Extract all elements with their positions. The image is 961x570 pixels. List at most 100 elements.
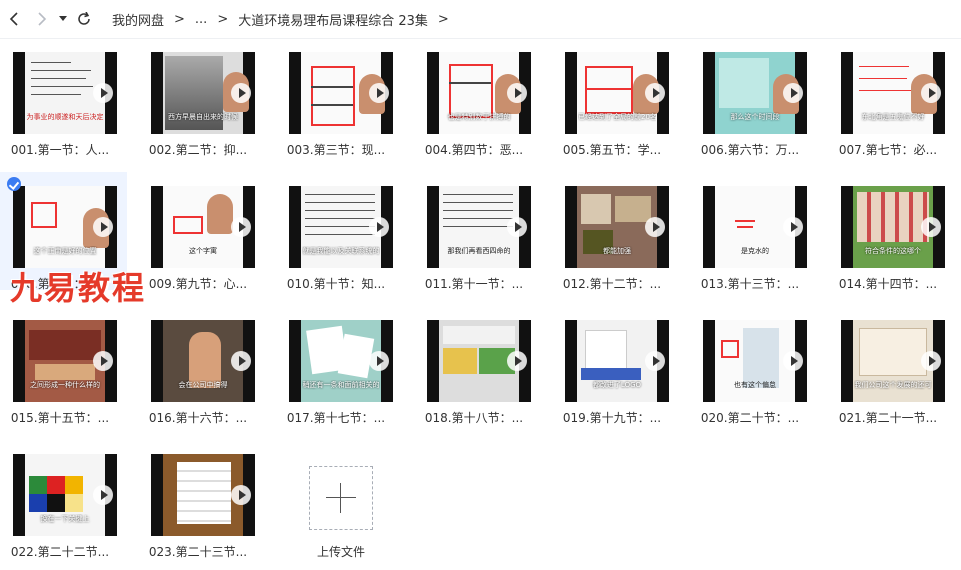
file-item[interactable]: 也有这个偏怠 020.第二十节：... — [690, 306, 810, 431]
watermark-logo: 九易教程 — [10, 269, 147, 307]
play-icon — [93, 83, 113, 103]
chevron-right-icon: > — [174, 11, 185, 27]
file-item[interactable]: 东北角是五鬼位不好 007.第七节：必... — [828, 38, 948, 163]
file-item[interactable]: 也是特别数于拼搏的 004.第四节：恶... — [414, 38, 534, 163]
upload-file-label[interactable]: 上传文件 — [281, 543, 401, 560]
file-item[interactable]: 018.第十八节：... — [414, 306, 534, 431]
plus-icon[interactable] — [309, 466, 373, 530]
video-caption: 已经达到了全局的前20名 — [578, 113, 656, 121]
file-name: 007.第七节：必... — [838, 143, 938, 157]
file-item[interactable]: 都改进了LOGO 019.第十九节：... — [552, 306, 672, 431]
video-caption: 符合条件的这哪个 — [865, 247, 921, 255]
file-name: 018.第十八节：... — [424, 411, 524, 425]
play-icon — [369, 83, 389, 103]
play-icon — [507, 351, 527, 371]
video-thumbnail: 已经达到了全局的前20名 — [565, 52, 669, 134]
toolbar: 我的网盘 > ... > 大道环境易理布局课程综合 23集 > — [0, 0, 961, 39]
file-item[interactable]: 是克水的 013.第十三节：... — [690, 172, 810, 297]
play-icon — [507, 83, 527, 103]
checkbox-checked-icon[interactable] — [7, 177, 21, 191]
file-item[interactable]: 换在一下关键上 022.第二十二节... — [0, 440, 120, 565]
play-icon — [231, 485, 251, 505]
file-name: 016.第十六节：... — [148, 411, 248, 425]
file-name: 017.第十七节：... — [286, 411, 386, 425]
video-thumbnail: 会在公司中搞得 — [151, 320, 255, 402]
play-icon — [783, 83, 803, 103]
video-thumbnail: 之间形成一种什么样的 — [13, 320, 117, 402]
chevron-left-icon[interactable] — [0, 0, 28, 38]
breadcrumb-ellipsis[interactable]: ... — [195, 12, 207, 27]
file-item[interactable]: 我们公司这个发展的还可 021.第二十一节... — [828, 306, 948, 431]
video-caption: 那我们再看西四命的 — [447, 247, 511, 255]
video-caption: 也是特别数于拼搏的 — [447, 113, 511, 121]
chevron-right-icon: > — [437, 11, 449, 27]
file-item[interactable]: 会在公司中搞得 016.第十六节：... — [138, 306, 258, 431]
video-thumbnail — [151, 454, 255, 536]
file-name: 014.第十四节：... — [838, 277, 938, 291]
file-item[interactable]: 之间形成一种什么样的 015.第十五节：... — [0, 306, 120, 431]
file-item[interactable]: 那么这个时间段 006.第六节：万... — [690, 38, 810, 163]
video-thumbnail: 那我们再看西四命的 — [427, 186, 531, 268]
video-caption: 也有这个偏怠 — [734, 381, 776, 389]
video-caption: 这个正南是好的位置 — [33, 247, 97, 255]
file-item[interactable]: 这个字寓 009.第九节：心... — [138, 172, 258, 297]
file-name: 006.第六节：万... — [700, 143, 800, 157]
video-thumbnail: 那么这个时间段 — [703, 52, 807, 134]
chevron-right-icon: > — [217, 11, 229, 27]
caret-down-icon[interactable] — [56, 0, 70, 38]
breadcrumb-current[interactable]: 大道环境易理布局课程综合 23集 — [238, 10, 428, 29]
file-name: 013.第十三节：... — [700, 277, 800, 291]
chevron-right-icon[interactable] — [28, 0, 56, 38]
video-thumbnail: 也是特别数于拼搏的 — [427, 52, 531, 134]
file-name: 001.第一节：人... — [10, 143, 110, 157]
file-name: 022.第二十二节... — [10, 545, 110, 559]
video-thumbnail — [289, 52, 393, 134]
play-icon — [231, 217, 251, 237]
file-name: 021.第二十一节... — [838, 411, 938, 425]
file-name: 010.第十节：知... — [286, 277, 386, 291]
file-name: 002.第二节：抑... — [148, 143, 248, 157]
file-item[interactable]: 就是我能以及关联系统的 010.第十节：知... — [276, 172, 396, 297]
play-icon — [921, 217, 941, 237]
play-icon — [93, 217, 113, 237]
file-item[interactable]: 符合条件的这哪个 014.第十四节：... — [828, 172, 948, 297]
video-caption: 这个字寓 — [189, 247, 217, 255]
video-thumbnail: 换在一下关键上 — [13, 454, 117, 536]
file-item[interactable]: 稍还有一条和面前相关的 017.第十七节：... — [276, 306, 396, 431]
breadcrumb: 我的网盘 > ... > 大道环境易理布局课程综合 23集 > — [112, 10, 459, 29]
file-name: 020.第二十节：... — [700, 411, 800, 425]
video-caption: 东北角是五鬼位不好 — [861, 113, 925, 121]
file-item[interactable]: 西方早晨自出来的时候 002.第二节：抑... — [138, 38, 258, 163]
video-thumbnail: 也有这个偏怠 — [703, 320, 807, 402]
file-item[interactable]: 为事业的顺遂和天后决定 001.第一节：人... — [0, 38, 120, 163]
video-thumbnail: 这个正南是好的位置 — [13, 186, 117, 268]
file-name: 003.第三节：现... — [286, 143, 386, 157]
file-name: 019.第十九节：... — [562, 411, 662, 425]
video-caption: 是克水的 — [741, 247, 769, 255]
file-item[interactable]: 已经达到了全局的前20名 005.第五节：学... — [552, 38, 672, 163]
play-icon — [507, 217, 527, 237]
play-icon — [645, 83, 665, 103]
video-caption: 稍还有一条和面前相关的 — [302, 381, 380, 389]
video-thumbnail: 就是我能以及关联系统的 — [289, 186, 393, 268]
video-thumbnail: 是克水的 — [703, 186, 807, 268]
breadcrumb-root[interactable]: 我的网盘 — [112, 10, 164, 29]
file-name: 004.第四节：恶... — [424, 143, 524, 157]
play-icon — [921, 83, 941, 103]
play-icon — [369, 351, 389, 371]
video-caption: 西方早晨自出来的时候 — [168, 113, 238, 121]
file-name: 011.第十一节：... — [424, 277, 524, 291]
refresh-icon[interactable] — [70, 0, 98, 38]
file-item[interactable]: 都能加强 012.第十二节：... — [552, 172, 672, 297]
play-icon — [231, 351, 251, 371]
video-thumbnail: 稍还有一条和面前相关的 — [289, 320, 393, 402]
file-item[interactable]: 那我们再看西四命的 011.第十一节：... — [414, 172, 534, 297]
video-caption: 都改进了LOGO — [592, 381, 642, 389]
video-thumbnail: 都能加强 — [565, 186, 669, 268]
file-item[interactable]: 023.第二十三节... — [138, 440, 258, 565]
video-thumbnail: 这个字寓 — [151, 186, 255, 268]
video-caption: 那么这个时间段 — [730, 113, 780, 121]
file-name: 023.第二十三节... — [148, 545, 248, 559]
play-icon — [783, 351, 803, 371]
file-item[interactable]: 003.第三节：现... — [276, 38, 396, 163]
